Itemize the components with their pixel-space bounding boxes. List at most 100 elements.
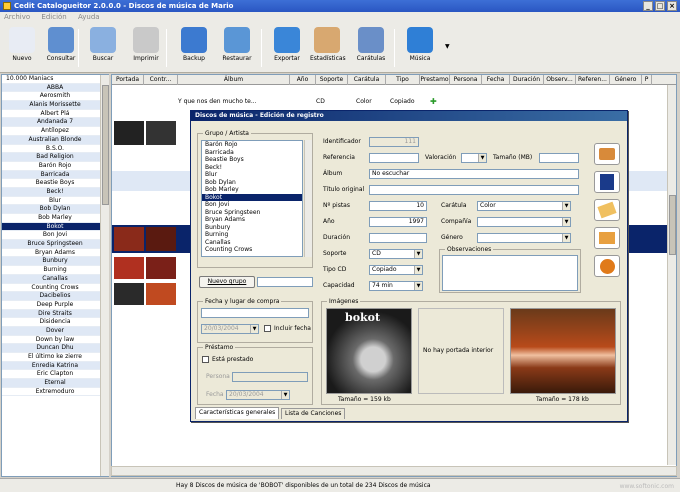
column-header[interactable]: P [642, 75, 652, 85]
exit-icon[interactable] [594, 255, 620, 277]
list-item[interactable]: Bruce Springsteen [202, 209, 302, 217]
tab-songs[interactable]: Lista de Canciones [281, 408, 346, 419]
person-field[interactable] [232, 372, 308, 382]
artist-list-scrollbar[interactable] [100, 75, 109, 476]
observations-field[interactable] [442, 255, 578, 291]
edit-icon[interactable] [594, 199, 620, 221]
list-item[interactable]: Eric Clapton [2, 370, 108, 380]
column-header[interactable]: Contr... [144, 75, 178, 85]
chevron-down-icon[interactable]: ▼ [414, 250, 422, 258]
list-item[interactable]: Blur [202, 171, 302, 179]
company-select[interactable]: ▼ [477, 217, 571, 227]
new-group-button[interactable]: Nuevo grupo [199, 276, 255, 288]
front-cover-image[interactable]: bokot [326, 308, 412, 394]
menu-archivo[interactable]: Archivo [4, 13, 30, 21]
column-header[interactable]: Duración [510, 75, 544, 85]
rating-select[interactable]: ▼ [461, 153, 487, 163]
list-item[interactable]: Bob Dylan [202, 179, 302, 187]
search-web-icon[interactable] [594, 171, 620, 193]
list-item[interactable]: Bunbury [2, 257, 108, 267]
list-item[interactable]: Bokot [2, 222, 108, 232]
duration-field[interactable] [369, 233, 427, 243]
cd-type-select[interactable]: Copiado ▼ [369, 265, 423, 275]
artist-select-scrollbar[interactable] [304, 140, 312, 257]
is-loaned-checkbox[interactable] [202, 356, 209, 363]
list-item[interactable]: Bunbury [202, 224, 302, 232]
toolbar-button-statistics[interactable]: Estadísticas [310, 27, 346, 71]
list-item[interactable]: Alanis Morissette [2, 101, 108, 110]
toolbar-button-music[interactable]: Música [403, 27, 437, 71]
list-item[interactable]: Dover [2, 326, 108, 336]
original-title-field[interactable] [369, 185, 579, 195]
maximize-button[interactable]: □ [655, 1, 665, 11]
scroll-thumb[interactable] [669, 195, 676, 255]
list-item[interactable]: B.S.O. [2, 145, 108, 154]
purchase-place-field[interactable] [201, 308, 309, 318]
column-header[interactable]: Fecha [482, 75, 510, 85]
list-item[interactable]: Bob Marley [202, 186, 302, 194]
close-button[interactable]: × [667, 1, 677, 11]
list-item[interactable]: Down by law [2, 336, 108, 345]
list-item[interactable]: Beck! [202, 164, 302, 172]
toolbar-button-restore[interactable]: Restaurar [220, 27, 254, 71]
list-item[interactable]: Counting Crows [2, 284, 108, 293]
list-item[interactable]: Bob Marley [2, 214, 108, 223]
list-item[interactable]: Barón Rojo [2, 162, 108, 171]
list-item[interactable]: Bad Religion [2, 153, 108, 162]
list-item[interactable]: Disidencia [2, 318, 108, 327]
list-item[interactable]: Bryan Adams [202, 216, 302, 224]
table-row[interactable]: Y que nos den mucho te... CD Color Copia… [112, 97, 676, 107]
column-header[interactable]: Carátula [348, 75, 386, 85]
list-item[interactable]: Eternal [2, 379, 108, 388]
list-item[interactable]: Antílopez [2, 127, 108, 136]
scroll-thumb[interactable] [102, 85, 109, 205]
list-item[interactable]: Barricada [2, 170, 108, 180]
include-date-checkbox[interactable] [264, 325, 271, 332]
list-item[interactable]: Australian Blonde [2, 135, 108, 145]
column-header[interactable]: Prestamo [420, 75, 450, 85]
media-select[interactable]: CD ▼ [369, 249, 423, 259]
chevron-down-icon[interactable]: ▼ [281, 391, 289, 399]
toolbar-button-magnifier[interactable]: Buscar [86, 27, 120, 71]
list-item[interactable]: Counting Crows [202, 246, 302, 254]
list-item[interactable]: Beck! [2, 187, 108, 197]
toolbar-button-backup[interactable]: Backup [177, 27, 211, 71]
list-item[interactable]: Burning [202, 231, 302, 239]
list-item[interactable]: Bon Jovi [202, 201, 302, 209]
toolbar-button-printer[interactable]: Imprimir [129, 27, 163, 71]
column-header[interactable]: Tipo [386, 75, 420, 85]
chevron-down-icon[interactable]: ▼ [478, 154, 486, 162]
tab-general[interactable]: Características generales [195, 407, 280, 419]
column-header[interactable]: Observ... [544, 75, 576, 85]
list-item[interactable]: Albert Plá [2, 110, 108, 119]
capacity-select[interactable]: 74 min ▼ [369, 281, 423, 291]
list-item[interactable]: Barón Rojo [202, 141, 302, 149]
save-icon[interactable] [594, 143, 620, 165]
grid-scrollbar[interactable] [667, 85, 676, 465]
chevron-down-icon[interactable]: ▼ [562, 218, 570, 226]
list-item[interactable]: Andanada 7 [2, 118, 108, 128]
list-item[interactable]: Enredia Katrina [2, 361, 108, 371]
menu-edicion[interactable]: Edición [41, 13, 66, 21]
chevron-down-icon[interactable]: ▼ [250, 325, 258, 333]
list-item[interactable]: Barricada [202, 149, 302, 157]
new-group-field[interactable] [257, 277, 313, 287]
column-header[interactable]: Referen... [576, 75, 610, 85]
loan-date-field[interactable]: 20/03/2004 ▼ [226, 390, 290, 400]
chevron-down-icon[interactable]: ▼ [414, 282, 422, 290]
list-item[interactable]: Bryan Adams [2, 249, 108, 258]
list-item[interactable]: Burning [2, 266, 108, 275]
list-item[interactable]: 10.000 Maniacs [2, 75, 108, 84]
tracks-field[interactable]: 10 [369, 201, 427, 211]
list-item[interactable]: Dire Straits [2, 309, 108, 319]
list-item[interactable]: Blur [2, 197, 108, 206]
genre-select[interactable]: ▼ [477, 233, 571, 243]
purchase-date-field[interactable]: 20/03/2004 ▼ [201, 324, 259, 334]
column-header[interactable]: Soporte [316, 75, 348, 85]
column-header[interactable]: Portada [112, 75, 144, 85]
list-item[interactable]: Bruce Springsteen [2, 240, 108, 249]
list-item[interactable]: Beastie Boys [2, 179, 108, 188]
list-item[interactable]: Canallas [2, 274, 108, 284]
list-item[interactable]: Duncan Dhu [2, 344, 108, 353]
list-item[interactable]: El último ke zierre [2, 353, 108, 362]
